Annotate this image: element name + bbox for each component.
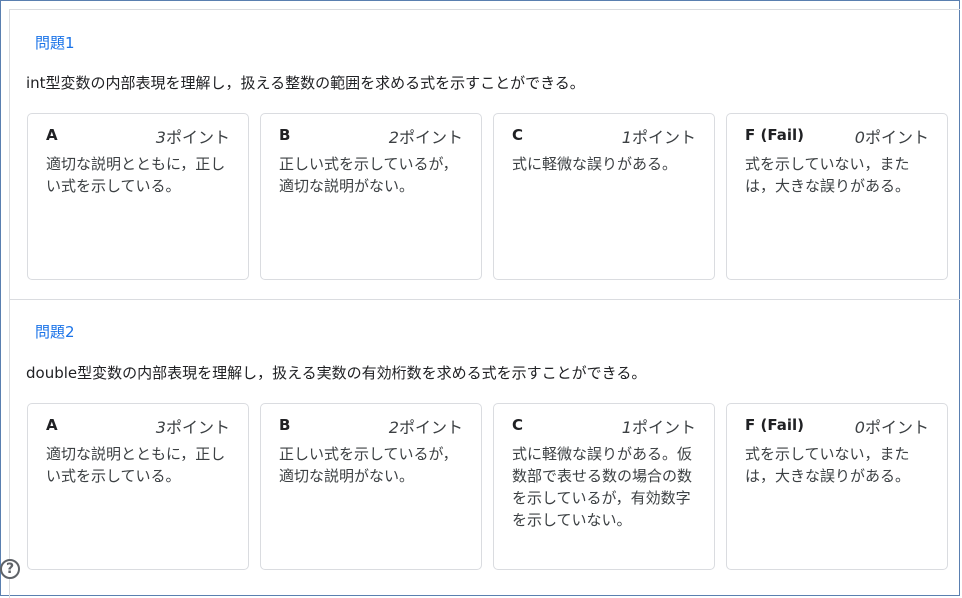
question-title[interactable]: 問題1 bbox=[35, 32, 75, 53]
points-value: 0 bbox=[854, 418, 865, 437]
points-value: 0 bbox=[854, 128, 865, 147]
level-description: 式を示していない，または，大きな誤りがある。 bbox=[745, 155, 911, 195]
question-title[interactable]: 問題2 bbox=[35, 321, 75, 342]
level-card-b[interactable]: B 2ポイント 正しい式を示しているが，適切な説明がない。 bbox=[260, 113, 482, 280]
level-grade: B bbox=[279, 416, 291, 434]
points-unit: ポイント bbox=[864, 418, 929, 437]
level-description: 正しい式を示しているが，適切な説明がない。 bbox=[279, 155, 458, 195]
points-unit: ポイント bbox=[165, 128, 230, 147]
points-unit: ポイント bbox=[631, 128, 696, 147]
level-description: 式に軽微な誤りがある。 bbox=[512, 155, 678, 173]
points-unit: ポイント bbox=[398, 418, 463, 437]
level-card-f[interactable]: F (Fail) 0ポイント 式を示していない，または，大きな誤りがある。 bbox=[726, 403, 948, 570]
points-unit: ポイント bbox=[165, 418, 230, 437]
points-unit: ポイント bbox=[398, 128, 463, 147]
help-icon[interactable]: ? bbox=[0, 559, 20, 579]
level-points: 1ポイント bbox=[622, 414, 696, 438]
points-value: 2 bbox=[388, 418, 399, 437]
points-unit: ポイント bbox=[631, 418, 696, 437]
points-value: 1 bbox=[621, 128, 632, 147]
level-points: 2ポイント bbox=[389, 124, 463, 148]
points-value: 2 bbox=[388, 128, 399, 147]
level-card-c[interactable]: C 1ポイント 式に軽微な誤りがある。仮数部で表せる数の場合の数を示しているが，… bbox=[493, 403, 715, 570]
level-description: 式に軽微な誤りがある。仮数部で表せる数の場合の数を示しているが，有効数字を示して… bbox=[512, 445, 693, 529]
level-points: 2ポイント bbox=[389, 414, 463, 438]
level-card-c[interactable]: C 1ポイント 式に軽微な誤りがある。 bbox=[493, 113, 715, 280]
level-points: 1ポイント bbox=[622, 124, 696, 148]
points-value: 3 bbox=[155, 418, 166, 437]
question-description: int型変数の内部表現を理解し，扱える整数の範囲を求める式を示すことができる。 bbox=[26, 74, 585, 92]
question-description: double型変数の内部表現を理解し，扱える実数の有効桁数を求める式を示すことが… bbox=[26, 364, 647, 382]
level-grade: A bbox=[46, 416, 58, 434]
points-value: 3 bbox=[155, 128, 166, 147]
level-card-a[interactable]: A 3ポイント 適切な説明とともに，正しい式を示している。 bbox=[27, 403, 249, 570]
question-section-2: 問題2 double型変数の内部表現を理解し，扱える実数の有効桁数を求める式を示… bbox=[9, 299, 960, 589]
points-value: 1 bbox=[621, 418, 632, 437]
level-card-b[interactable]: B 2ポイント 正しい式を示しているが，適切な説明がない。 bbox=[260, 403, 482, 570]
level-description: 正しい式を示しているが，適切な説明がない。 bbox=[279, 445, 458, 485]
level-description: 適切な説明とともに，正しい式を示している。 bbox=[46, 155, 226, 195]
points-unit: ポイント bbox=[864, 128, 929, 147]
level-points: 3ポイント bbox=[156, 414, 230, 438]
level-grade: A bbox=[46, 126, 58, 144]
level-grade: F (Fail) bbox=[745, 126, 804, 144]
level-grade: C bbox=[512, 126, 524, 144]
level-card-f[interactable]: F (Fail) 0ポイント 式を示していない，または，大きな誤りがある。 bbox=[726, 113, 948, 280]
level-points: 0ポイント bbox=[855, 124, 929, 148]
level-description: 式を示していない，または，大きな誤りがある。 bbox=[745, 445, 911, 485]
question-section-1: 問題1 int型変数の内部表現を理解し，扱える整数の範囲を求める式を示すことがで… bbox=[9, 10, 960, 299]
level-grade: C bbox=[512, 416, 524, 434]
level-grade: F (Fail) bbox=[745, 416, 804, 434]
level-points: 0ポイント bbox=[855, 414, 929, 438]
level-card-a[interactable]: A 3ポイント 適切な説明とともに，正しい式を示している。 bbox=[27, 113, 249, 280]
level-points: 3ポイント bbox=[156, 124, 230, 148]
level-grade: B bbox=[279, 126, 291, 144]
level-description: 適切な説明とともに，正しい式を示している。 bbox=[46, 445, 226, 485]
